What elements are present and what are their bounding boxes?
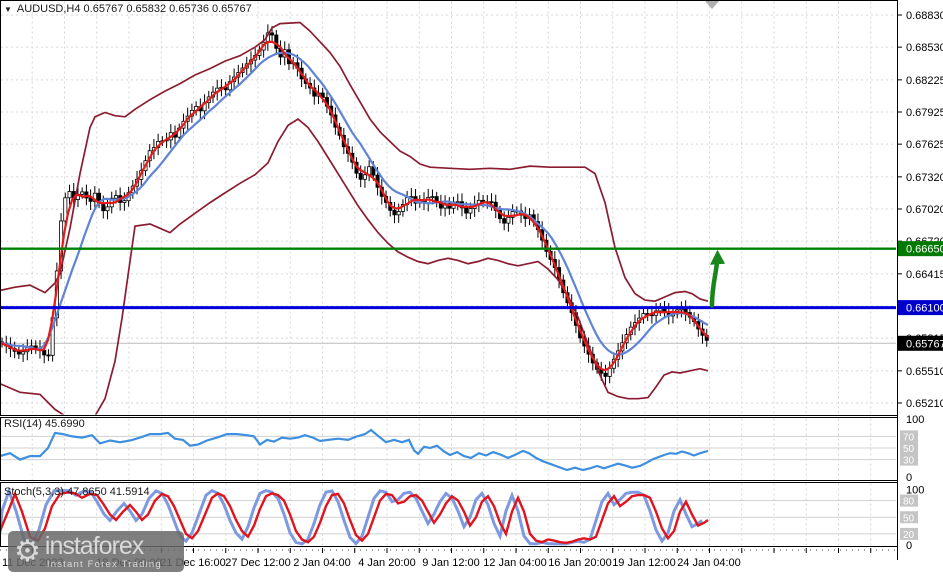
instaforex-watermark: ⚙ instaforex Instant Forex Trading [8,531,184,572]
price-axis-label: 0.68830 [906,10,943,22]
svg-text:50: 50 [903,513,915,524]
rsi-panel[interactable] [0,417,898,481]
stoch-indicator-label: Stoch(5,3,3) 47.8650 41.5914 [4,486,150,498]
last-price-label: 0.65767 [898,335,943,351]
rsi-axis: 100 0 705030 [900,414,924,484]
price-axis-label: 0.67925 [906,107,943,119]
symbol-dropdown-icon[interactable]: ▼ [4,5,12,14]
price-axis: 0.68830 0.68530 0.68225 0.67925 0.67625 0.673… [897,0,943,560]
indicator-axis-label: 0 [906,472,912,484]
indicator-axis-label: 100 [906,414,924,426]
svg-text:70: 70 [903,432,915,443]
time-axis-label: 24 Jan 04:00 [677,557,741,569]
blue-price-label: 0.66100 [898,300,943,316]
price-axis-label: 0.66415 [906,269,943,281]
price-axis-label: 0.67020 [906,204,943,216]
price-axis-label: 0.65210 [906,398,943,410]
svg-text:0.66100: 0.66100 [906,303,943,315]
symbol-title: ▼ AUDUSD,H4 0.65767 0.65832 0.65736 0.65… [4,3,252,15]
svg-text:0.66650: 0.66650 [906,244,943,256]
svg-text:50: 50 [903,444,915,455]
time-axis-label: 2 Jan 04:00 [293,557,351,569]
watermark-brand-text: instaforex [44,531,144,560]
time-axis-label: 27 Dec 12:00 [225,557,290,569]
trading-terminal-chart-window: 0.68830 0.68530 0.68225 0.67925 0.67625 0.673… [0,0,943,577]
svg-text:20: 20 [903,530,915,541]
time-axis-label: 9 Jan 12:00 [422,557,480,569]
price-axis-label: 0.68530 [906,42,943,54]
instaforex-gear-icon: ⚙ [14,534,41,568]
price-axis-label: 0.67625 [906,139,943,151]
time-axis-label: 12 Jan 04:00 [483,557,547,569]
price-axis-label: 0.68225 [906,75,943,87]
price-axis-label: 0.65510 [906,366,943,378]
price-axis-label: 0.67320 [906,172,943,184]
time-axis-label: 16 Jan 20:00 [548,557,612,569]
svg-text:80: 80 [903,497,915,508]
green-price-label: 0.66650 [898,241,943,257]
svg-text:0.65767: 0.65767 [906,338,943,350]
svg-text:30: 30 [903,456,915,467]
rsi-indicator-label: RSI(14) 45.6990 [4,418,85,430]
watermark-tagline-text: Instant Forex Trading [46,558,162,570]
time-axis-label: 4 Jan 20:00 [358,557,416,569]
time-axis-label: 19 Jan 12:00 [612,557,676,569]
stoch-axis: 1000805020 [900,485,924,552]
symbol-ohlc-text: AUDUSD,H4 0.65767 0.65832 0.65736 0.6576… [16,3,252,15]
indicator-axis-label: 0 [906,540,912,552]
